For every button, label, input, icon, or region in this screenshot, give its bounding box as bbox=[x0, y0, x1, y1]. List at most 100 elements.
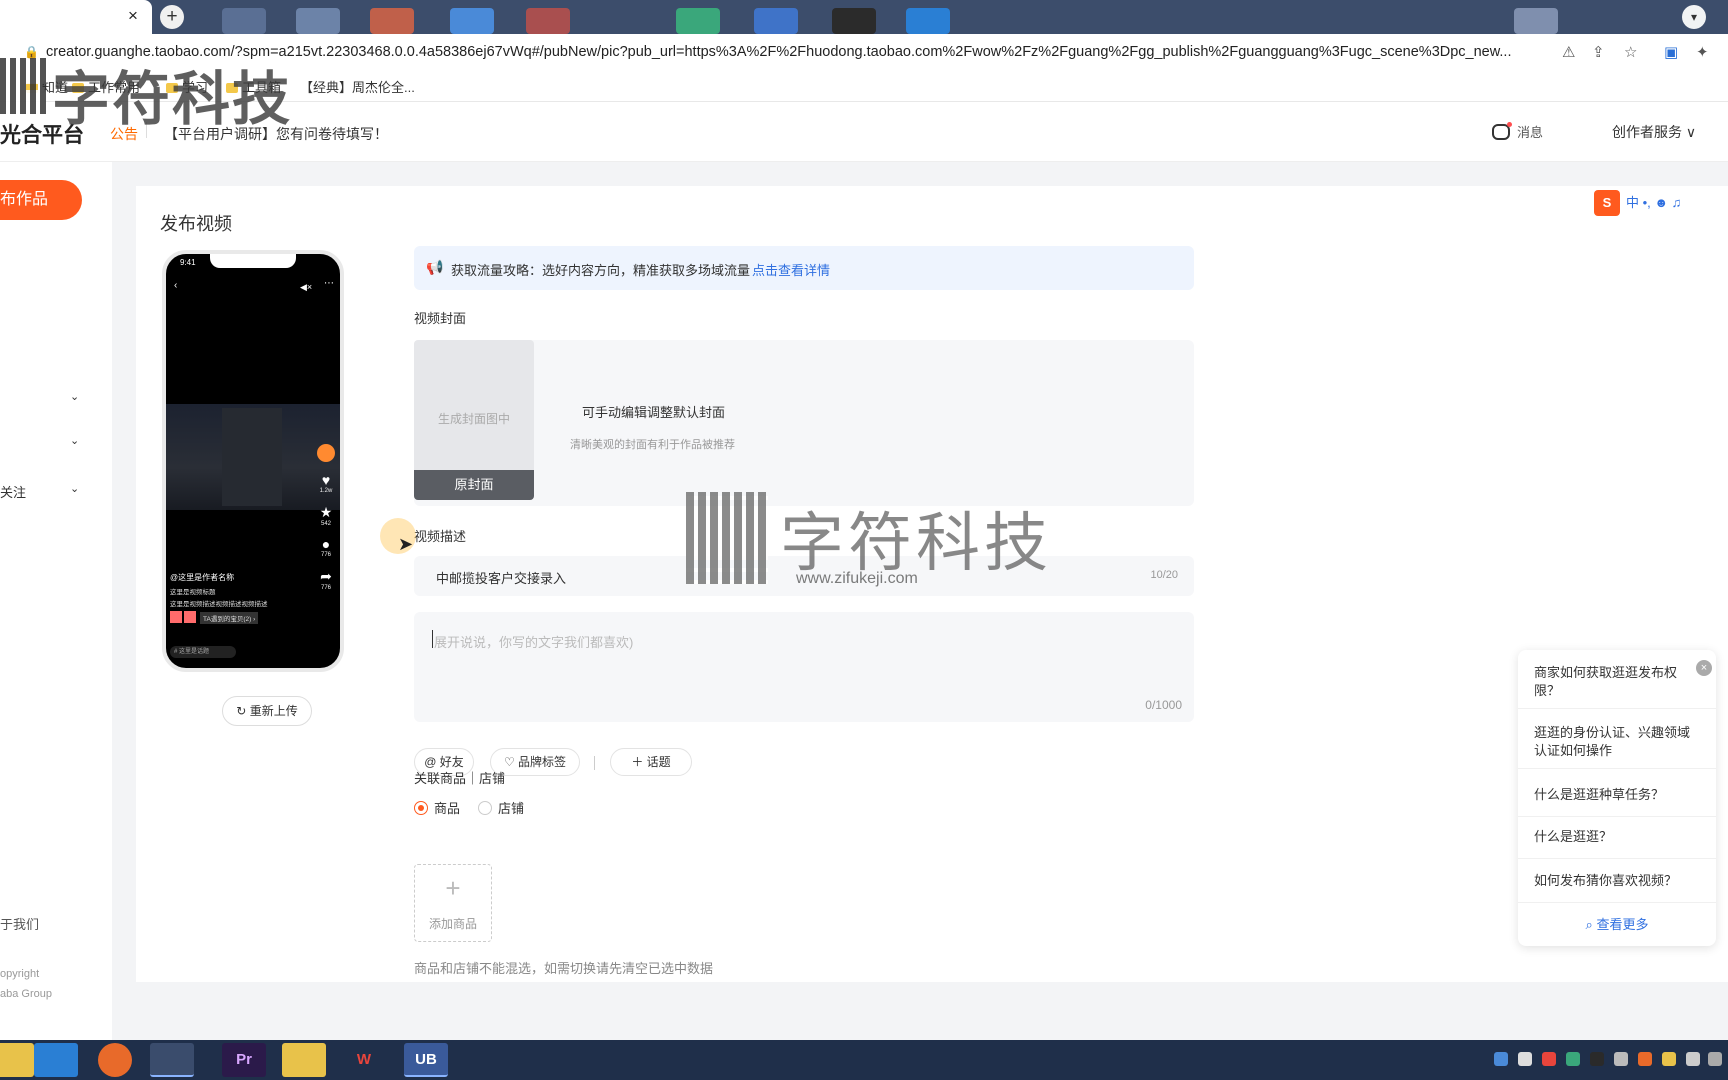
extension-icon[interactable]: ▣ bbox=[1664, 43, 1678, 61]
faq-item[interactable]: 什么是逛逛？ bbox=[1534, 828, 1702, 846]
cover-quality-hint: 清晰美观的封面有利于作品被推荐 bbox=[570, 439, 735, 451]
sidebar-menu-group[interactable]: ⌄ bbox=[0, 434, 84, 458]
cover-thumbnail[interactable]: 生成封面图中 原封面 bbox=[414, 340, 534, 500]
faq-divider bbox=[1518, 858, 1716, 859]
sidebar-menu-group[interactable]: ⌄ bbox=[0, 390, 84, 414]
unread-dot bbox=[1507, 122, 1512, 127]
folder-icon[interactable] bbox=[282, 1043, 326, 1077]
nvidia-icon[interactable] bbox=[1590, 1052, 1604, 1066]
wechat-icon[interactable] bbox=[1566, 1052, 1580, 1066]
description-placeholder: 展开说说，你写的文字我们都喜欢) bbox=[434, 635, 634, 650]
original-cover-button[interactable]: 原封面 bbox=[414, 470, 534, 500]
chrome-icon[interactable] bbox=[150, 1043, 194, 1077]
back-arrow-icon: ‹ bbox=[174, 280, 178, 291]
premiere-pro-icon[interactable]: Pr bbox=[222, 1043, 266, 1077]
about-us-link[interactable]: 于我们 bbox=[0, 914, 39, 933]
copyright-text: opyright bbox=[0, 968, 40, 980]
tray-icon[interactable] bbox=[1662, 1052, 1676, 1066]
file-explorer-icon[interactable] bbox=[0, 1043, 34, 1077]
faq-item[interactable]: 什么是逛逛种草任务？ bbox=[1534, 786, 1702, 804]
publish-work-button[interactable]: 布作品 bbox=[0, 180, 82, 220]
tab-favicon-icon[interactable] bbox=[1514, 8, 1558, 34]
radio-checked-icon bbox=[414, 801, 428, 815]
app-ub-icon[interactable]: UB bbox=[404, 1043, 448, 1077]
phone-preview: 9:41 ‹ ◀× ⋯ ♥ 1.2w ★ 542 ● 776 ➦ 776 @这里是作者名… bbox=[162, 250, 344, 672]
tray-icon[interactable] bbox=[1494, 1052, 1508, 1066]
left-sidebar: 布作品 ⌄ ⌄ 关注 ⌄ 于我们 opyright aba Group bbox=[0, 162, 112, 1042]
new-tab-button[interactable]: + bbox=[160, 5, 184, 29]
faq-panel: × 商家如何获取逛逛发布权限？ 逛逛的身份认证、兴趣领域认证如何操作 什么是逛逛… bbox=[1518, 650, 1716, 946]
goods-thumb bbox=[184, 611, 196, 623]
tab-favicon-icon[interactable] bbox=[832, 8, 876, 34]
faq-divider bbox=[1518, 816, 1716, 817]
view-details-link[interactable]: 点击查看详情 bbox=[752, 260, 830, 279]
association-note: 商品和店铺不能混选，如需切换请先清空已选中数据 bbox=[414, 961, 714, 976]
goods-thumb bbox=[170, 611, 182, 623]
radio-shop[interactable]: 店铺 bbox=[478, 798, 524, 817]
browser-tab-bar: × + ▾ bbox=[0, 0, 1728, 34]
tray-icon[interactable] bbox=[1638, 1052, 1652, 1066]
messages-button[interactable]: 消息 bbox=[1492, 122, 1543, 141]
add-topic-button[interactable]: ＋ 话题 bbox=[610, 748, 692, 776]
traffic-tip-banner: 📢 获取流量攻略：选好内容方向，精准获取多场域流量 点击查看详情 bbox=[414, 246, 1194, 290]
faq-item[interactable]: 商家如何获取逛逛发布权限？ bbox=[1534, 664, 1702, 700]
tab-favicon-icon[interactable] bbox=[676, 8, 720, 34]
network-icon[interactable] bbox=[1686, 1052, 1700, 1066]
tray-icon[interactable] bbox=[1518, 1052, 1532, 1066]
more-icon: ⋯ bbox=[324, 278, 334, 289]
tab-close-icon[interactable]: × bbox=[128, 6, 138, 26]
volume-icon[interactable] bbox=[1708, 1052, 1722, 1066]
sogou-ime-icon[interactable]: S bbox=[1594, 190, 1620, 216]
add-product-button[interactable]: + 添加商品 bbox=[414, 864, 492, 942]
windows-taskbar: Pr W UB bbox=[0, 1040, 1728, 1080]
faq-item[interactable]: 逛逛的身份认证、兴趣领域认证如何操作 bbox=[1534, 724, 1702, 760]
bookmark-star-icon[interactable]: ☆ bbox=[1624, 43, 1637, 61]
plus-icon: + bbox=[445, 873, 461, 903]
tab-favicon-icon[interactable] bbox=[296, 8, 340, 34]
tray-icon[interactable] bbox=[1542, 1052, 1556, 1066]
video-frame bbox=[166, 404, 340, 510]
cover-edit-hint[interactable]: 可手动编辑调整默认封面 bbox=[582, 402, 725, 421]
tab-favicon-icon[interactable] bbox=[906, 8, 950, 34]
firefox-icon[interactable] bbox=[98, 1043, 132, 1077]
chevron-down-icon: ⌄ bbox=[70, 483, 80, 495]
tab-favicon-icon[interactable] bbox=[370, 8, 414, 34]
text-caret bbox=[432, 630, 433, 648]
creator-service-dropdown[interactable]: 创作者服务 ∨ bbox=[1612, 122, 1728, 142]
watermark-logo-mark bbox=[686, 492, 768, 584]
cover-label: 视频封面 bbox=[414, 311, 467, 326]
tab-favicon-icon[interactable] bbox=[450, 8, 494, 34]
phone-time: 9:41 bbox=[180, 258, 196, 267]
message-icon bbox=[1492, 122, 1512, 140]
view-more-link[interactable]: ⌕ 查看更多 bbox=[1518, 914, 1716, 933]
radio-goods[interactable]: 商品 bbox=[414, 798, 460, 817]
tab-favicon-icon[interactable] bbox=[754, 8, 798, 34]
bookmark-item[interactable]: 【经典】周杰伦全... bbox=[300, 77, 415, 96]
mute-icon: ◀× bbox=[300, 282, 313, 292]
cover-generating-text: 生成封面图中 bbox=[437, 412, 510, 426]
chevron-down-icon: ⌄ bbox=[70, 435, 80, 447]
tray-icon[interactable] bbox=[1614, 1052, 1628, 1066]
vscode-icon[interactable] bbox=[34, 1043, 78, 1077]
reupload-button[interactable]: ↻ 重新上传 bbox=[222, 696, 312, 726]
video-description-textarea[interactable]: 展开说说，你写的文字我们都喜欢) 0/1000 bbox=[414, 612, 1194, 722]
tab-search-chevron-icon[interactable]: ▾ bbox=[1682, 5, 1706, 29]
wps-icon[interactable]: W bbox=[342, 1043, 386, 1077]
faq-divider bbox=[1518, 768, 1716, 769]
faq-divider bbox=[1518, 902, 1716, 903]
site-permission-icon[interactable]: ⚠ bbox=[1562, 43, 1575, 61]
extensions-puzzle-icon[interactable]: ✦ bbox=[1696, 43, 1709, 61]
ime-mode[interactable]: 中 •, ☻ ♫ bbox=[1626, 195, 1681, 210]
description-label: 视频描述 bbox=[414, 529, 467, 544]
browser-tab-active[interactable]: × bbox=[0, 0, 152, 34]
tab-favicon-icon[interactable] bbox=[526, 8, 570, 34]
tab-favicon-icon[interactable] bbox=[222, 8, 266, 34]
sidebar-menu-group[interactable]: 关注 ⌄ bbox=[0, 482, 84, 506]
title-char-count: 10/20 bbox=[1150, 569, 1178, 581]
copyright-text: aba Group bbox=[0, 988, 52, 1000]
search-icon: ⌕ bbox=[1585, 917, 1597, 932]
faq-item[interactable]: 如何发布猜你喜欢视频？ bbox=[1534, 872, 1702, 890]
share-icon[interactable]: ⇪ bbox=[1592, 43, 1605, 61]
ime-toolbar[interactable]: S 中 •, ☻ ♫ bbox=[1594, 190, 1728, 218]
lock-icon[interactable]: 🔒 bbox=[24, 45, 39, 59]
